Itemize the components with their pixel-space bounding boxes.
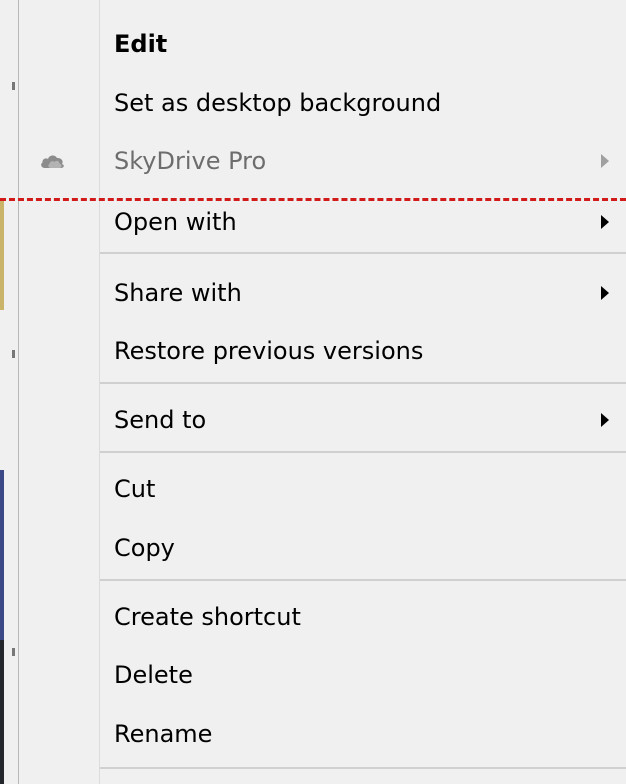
menu-item-delete[interactable]: Delete	[19, 646, 626, 704]
background-tick	[12, 648, 15, 656]
background-color-strip-dark	[0, 640, 4, 784]
submenu-arrow-icon	[601, 154, 609, 168]
menu-separator	[100, 252, 626, 254]
menu-item-restore-previous-versions[interactable]: Restore previous versions	[19, 322, 626, 380]
menu-item-label: Cut	[114, 475, 156, 503]
menu-item-label: SkyDrive Pro	[114, 147, 267, 175]
context-menu: Edit Set as desktop background SkyDrive …	[18, 0, 626, 784]
menu-item-label: Rename	[114, 720, 213, 748]
menu-item-label: Copy	[114, 534, 175, 562]
menu-item-label: Open with	[114, 208, 237, 236]
menu-item-label: Send to	[114, 406, 207, 434]
menu-item-set-desktop-background[interactable]: Set as desktop background	[19, 74, 626, 132]
menu-item-send-to[interactable]: Send to	[19, 391, 626, 449]
menu-item-label: Edit	[114, 30, 168, 58]
menu-separator	[100, 451, 626, 453]
menu-item-share-with[interactable]: Share with	[19, 264, 626, 322]
menu-item-label: Create shortcut	[114, 603, 301, 631]
cloud-icon	[39, 151, 67, 171]
menu-item-rename[interactable]: Rename	[19, 705, 626, 763]
highlight-dashed-line	[0, 198, 626, 201]
background-tick	[12, 82, 15, 90]
menu-item-label: Restore previous versions	[114, 337, 424, 365]
menu-item-edit[interactable]: Edit	[19, 15, 626, 73]
submenu-arrow-icon	[601, 413, 609, 427]
submenu-arrow-icon	[601, 286, 609, 300]
menu-item-label: Delete	[114, 661, 193, 689]
menu-item-label: Set as desktop background	[114, 89, 442, 117]
menu-item-create-shortcut[interactable]: Create shortcut	[19, 588, 626, 646]
background-color-strip-yellow	[0, 200, 4, 310]
menu-item-open-with[interactable]: Open with	[19, 193, 626, 251]
background-tick	[12, 350, 15, 358]
submenu-arrow-icon	[601, 215, 609, 229]
menu-item-skydrive-pro[interactable]: SkyDrive Pro	[19, 132, 626, 190]
menu-separator	[100, 767, 626, 769]
background-window-edge	[0, 0, 18, 784]
menu-item-cut[interactable]: Cut	[19, 460, 626, 518]
background-color-strip-blue	[0, 470, 4, 640]
menu-item-copy[interactable]: Copy	[19, 519, 626, 577]
screen: Edit Set as desktop background SkyDrive …	[0, 0, 626, 784]
menu-separator	[100, 579, 626, 581]
menu-separator	[100, 382, 626, 384]
menu-item-label: Share with	[114, 279, 242, 307]
